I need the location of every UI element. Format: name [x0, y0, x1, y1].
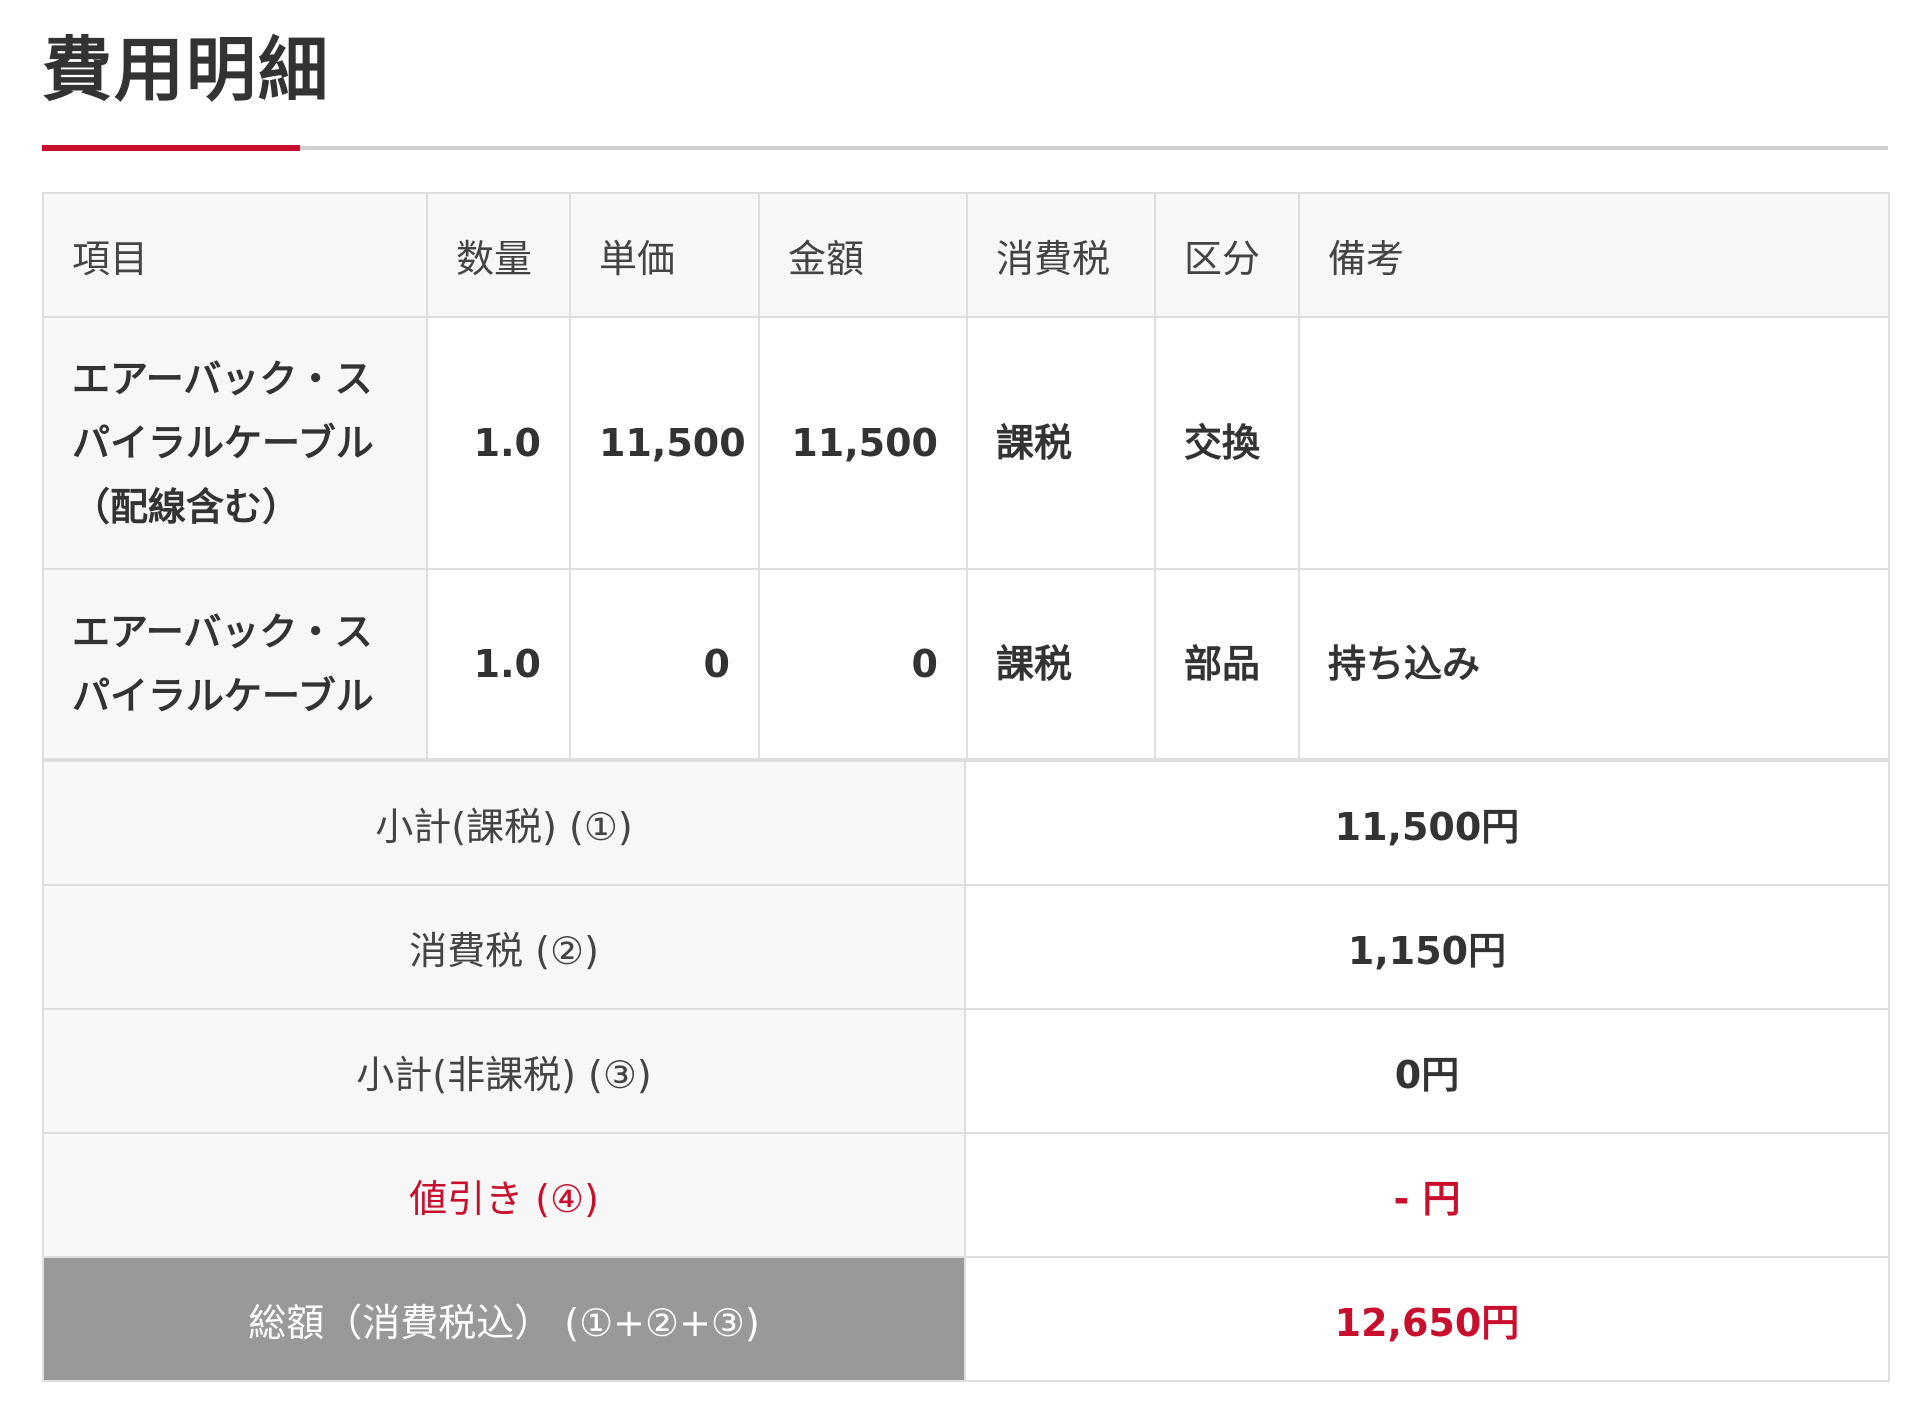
summary-row-discount: 値引き (④) - 円: [42, 1132, 1890, 1258]
item-name-line: パイラルケーブル: [72, 674, 374, 718]
item-name: エアーバック・ス パイラルケーブル: [42, 568, 428, 760]
header-category: 区分: [1154, 192, 1300, 318]
header-item: 項目: [42, 192, 428, 318]
tax-cell: 課税: [966, 316, 1156, 570]
subtotal-taxable-value: 11,500円: [964, 760, 1890, 886]
subtotal-nontaxable-label: 小計(非課税) (③): [42, 1008, 966, 1134]
tax-cell: 課税: [966, 568, 1156, 760]
summary-row-consumption-tax: 消費税 (②) 1,150円: [42, 884, 1890, 1010]
header-unit-price: 単価: [569, 192, 760, 318]
table-row: エアーバック・ス パイラルケーブル （配線含む） 1.0 11,500 11,5…: [42, 316, 1890, 570]
header-quantity: 数量: [426, 192, 571, 318]
item-name-line: エアーバック・ス: [72, 357, 373, 401]
discount-value: - 円: [964, 1132, 1890, 1258]
subtotal-taxable-label: 小計(課税) (①): [42, 760, 966, 886]
note-cell: 持ち込み: [1298, 568, 1890, 760]
quantity-cell: 1.0: [426, 568, 571, 760]
total-value: 12,650円: [964, 1256, 1890, 1382]
header-amount: 金額: [758, 192, 968, 318]
category-cell: 交換: [1154, 316, 1300, 570]
title-divider: [42, 145, 1888, 151]
discount-label: 値引き (④): [42, 1132, 966, 1258]
cost-details-section: 費用明細 項目 数量 単価 金額 消費税 区分 備考 エアーバック・ス パイラル…: [42, 0, 1890, 1382]
item-name-line: エアーバック・ス: [72, 610, 373, 654]
cost-details-table: 項目 数量 単価 金額 消費税 区分 備考 エアーバック・ス パイラルケーブル …: [42, 192, 1890, 760]
quantity-cell: 1.0: [426, 316, 571, 570]
header-tax: 消費税: [966, 192, 1156, 318]
amount-cell: 0: [758, 568, 968, 760]
summary-row-subtotal-taxable: 小計(課税) (①) 11,500円: [42, 760, 1890, 886]
header-note: 備考: [1298, 192, 1890, 318]
amount-cell: 11,500: [758, 316, 968, 570]
page-title: 費用明細: [42, 29, 330, 111]
summary-table: 小計(課税) (①) 11,500円 消費税 (②) 1,150円 小計(非課税…: [42, 760, 1890, 1382]
unit-price-cell: 0: [569, 568, 760, 760]
item-name-line: パイラルケーブル: [72, 421, 374, 465]
category-cell: 部品: [1154, 568, 1300, 760]
summary-row-subtotal-nontaxable: 小計(非課税) (③) 0円: [42, 1008, 1890, 1134]
title-divider-accent: [42, 145, 300, 151]
table-header-row: 項目 数量 単価 金額 消費税 区分 備考: [42, 192, 1890, 318]
total-label: 総額（消費税込） (①+②+③): [42, 1256, 966, 1382]
summary-row-total: 総額（消費税込） (①+②+③) 12,650円: [42, 1256, 1890, 1382]
item-name: エアーバック・ス パイラルケーブル （配線含む）: [42, 316, 428, 570]
consumption-tax-label: 消費税 (②): [42, 884, 966, 1010]
note-cell: [1298, 316, 1890, 570]
unit-price-cell: 11,500: [569, 316, 760, 570]
item-name-line: （配線含む）: [72, 485, 301, 529]
table-row: エアーバック・ス パイラルケーブル 1.0 0 0 課税 部品 持ち込み: [42, 568, 1890, 760]
consumption-tax-value: 1,150円: [964, 884, 1890, 1010]
subtotal-nontaxable-value: 0円: [964, 1008, 1890, 1134]
